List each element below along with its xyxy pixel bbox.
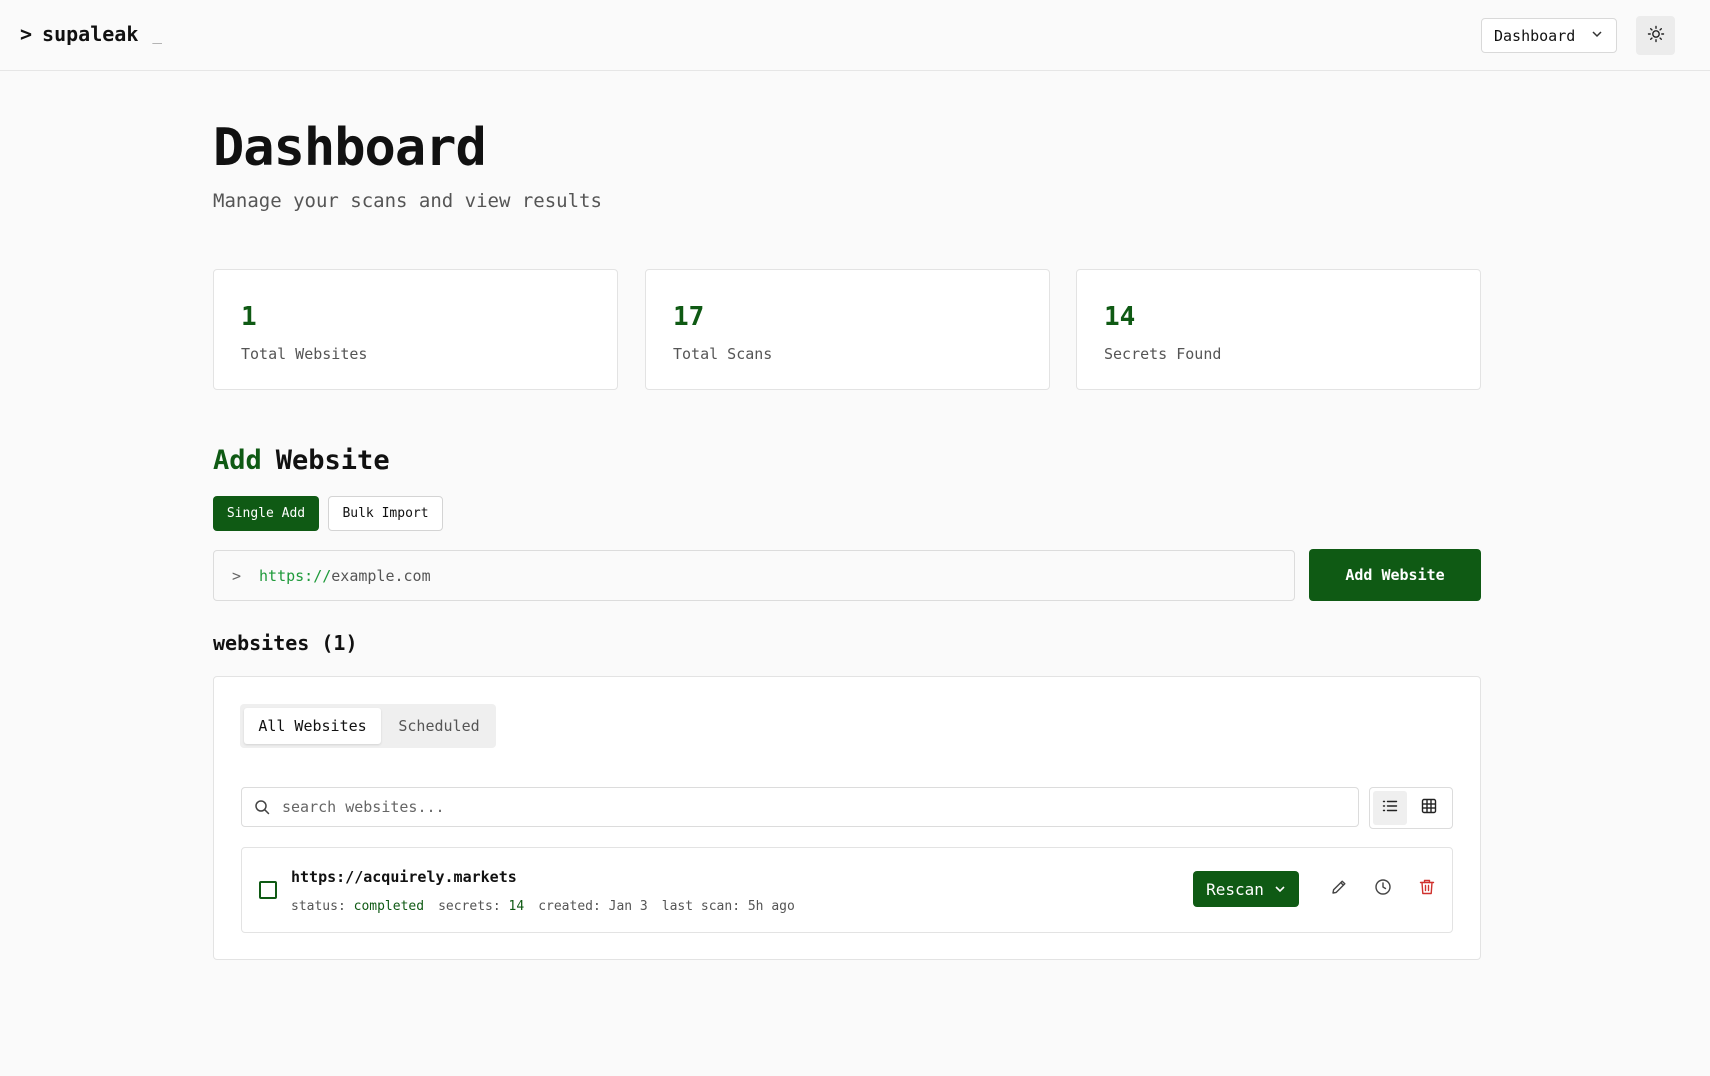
secrets-value: 14 xyxy=(508,899,525,914)
page-subtitle: Manage your scans and view results xyxy=(213,190,602,212)
history-button[interactable] xyxy=(1371,877,1395,901)
input-protocol: https:// xyxy=(259,566,332,585)
top-bar: > supaleak _ Dashboard xyxy=(0,0,1710,71)
search-placeholder: search websites... xyxy=(282,798,445,816)
add-website-title-accent: Add xyxy=(213,445,262,476)
stat-card-scans: 17 Total Scans xyxy=(645,269,1050,390)
brand-cursor: _ xyxy=(152,24,163,44)
rescan-label: Rescan xyxy=(1206,879,1264,899)
stat-label: Secrets Found xyxy=(1104,345,1222,363)
grid-view-button[interactable] xyxy=(1412,791,1446,825)
delete-button[interactable] xyxy=(1415,877,1439,901)
brand-prompt: > xyxy=(20,22,33,46)
search-icon xyxy=(254,799,270,815)
last-scan-text: last scan: 5h ago xyxy=(661,899,795,914)
stat-label: Total Websites xyxy=(241,345,368,363)
brand-name: supaleak xyxy=(42,22,139,46)
nav-select[interactable]: Dashboard xyxy=(1481,18,1617,53)
websites-tabs: All Websites Scheduled xyxy=(240,704,496,748)
stat-card-websites: 1 Total Websites xyxy=(213,269,618,390)
input-prompt: > xyxy=(232,566,242,585)
status-label: status: xyxy=(291,899,346,914)
stat-value: 1 xyxy=(241,302,257,332)
add-website-button[interactable]: Add Website xyxy=(1309,549,1481,601)
chevron-down-icon xyxy=(1590,27,1604,45)
brand-logo[interactable]: > supaleak _ xyxy=(20,22,162,46)
add-website-title: Add Website xyxy=(213,445,390,476)
search-input[interactable]: search websites... xyxy=(241,787,1359,827)
tab-all-websites[interactable]: All Websites xyxy=(244,708,381,744)
secrets-label: secrets: xyxy=(438,899,501,914)
rescan-button[interactable]: Rescan xyxy=(1193,871,1299,907)
input-placeholder-host: example.com xyxy=(331,566,431,585)
chevron-down-icon xyxy=(1274,880,1286,899)
clock-icon xyxy=(1374,878,1392,900)
stat-card-secrets: 14 Secrets Found xyxy=(1076,269,1481,390)
stat-label: Total Scans xyxy=(673,345,773,363)
sun-icon xyxy=(1647,25,1665,47)
tab-scheduled[interactable]: Scheduled xyxy=(386,708,492,744)
bulk-import-button[interactable]: Bulk Import xyxy=(328,496,443,531)
website-url[interactable]: https://acquirely.markets xyxy=(291,868,517,886)
grid-icon xyxy=(1421,798,1437,818)
theme-toggle-button[interactable] xyxy=(1636,16,1675,55)
view-toggle xyxy=(1369,787,1453,829)
row-checkbox[interactable] xyxy=(259,881,277,899)
list-icon xyxy=(1382,798,1398,818)
edit-button[interactable] xyxy=(1327,877,1351,901)
list-view-button[interactable] xyxy=(1373,791,1407,825)
status-value: completed xyxy=(353,899,425,914)
page-title: Dashboard xyxy=(213,118,487,178)
created-text: created: Jan 3 xyxy=(538,899,648,914)
single-add-button[interactable]: Single Add xyxy=(213,496,319,531)
website-row: https://acquirely.markets status: comple… xyxy=(241,847,1453,933)
trash-icon xyxy=(1418,878,1436,900)
nav-select-value: Dashboard xyxy=(1494,26,1576,45)
website-meta: status: completed secrets: 14 created: Jan… xyxy=(291,899,795,914)
stat-value: 17 xyxy=(673,302,705,332)
website-url-input[interactable]: > https://example.com xyxy=(213,550,1295,601)
stat-value: 14 xyxy=(1104,302,1136,332)
websites-list-title: websites (1) xyxy=(213,631,358,655)
add-website-title-rest: Website xyxy=(275,445,390,476)
pencil-icon xyxy=(1330,878,1348,900)
websites-panel: All Websites Scheduled search websites..… xyxy=(213,676,1481,960)
